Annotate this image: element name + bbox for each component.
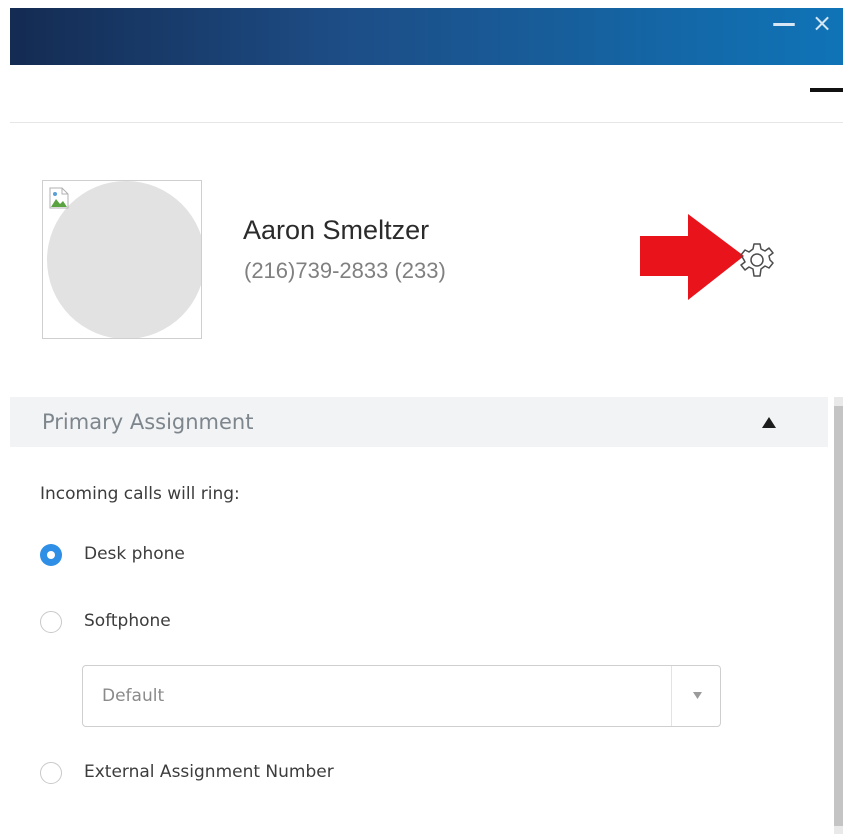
triangle-up-icon[interactable] xyxy=(762,417,776,428)
select-value: Default xyxy=(102,686,165,706)
close-button[interactable]: × xyxy=(812,8,832,38)
scrollbar-thumb[interactable] xyxy=(834,406,843,826)
radio-button-checked[interactable] xyxy=(40,544,62,566)
radio-button[interactable] xyxy=(40,762,62,784)
radio-softphone[interactable]: Softphone xyxy=(40,607,260,637)
softphone-select[interactable]: Default xyxy=(82,665,721,727)
broken-image-icon xyxy=(49,187,69,209)
top-edge xyxy=(0,0,843,8)
radio-label: Desk phone xyxy=(84,544,185,564)
hamburger-icon[interactable] xyxy=(810,88,843,92)
ring-label: Incoming calls will ring: xyxy=(40,484,240,504)
radio-label: Softphone xyxy=(84,611,171,631)
radio-desk-phone[interactable]: Desk phone xyxy=(40,540,260,570)
user-name: Aaron Smeltzer xyxy=(243,215,430,245)
gear-icon[interactable] xyxy=(738,241,776,279)
radio-button[interactable] xyxy=(40,611,62,633)
radio-external-number[interactable]: External Assignment Number xyxy=(40,758,420,788)
header-divider xyxy=(10,122,843,123)
red-arrow-icon xyxy=(640,214,744,300)
minimize-button[interactable]: — xyxy=(772,8,796,38)
avatar-placeholder xyxy=(47,181,201,338)
user-phone: (216)739-2833 (233) xyxy=(244,258,446,283)
radio-label: External Assignment Number xyxy=(84,762,334,782)
select-divider xyxy=(671,666,672,726)
section-title: Primary Assignment xyxy=(42,410,254,434)
app-window: — × Aaron Smeltzer (216)739-2833 (233) P… xyxy=(0,0,843,834)
chevron-down-icon[interactable] xyxy=(693,692,702,699)
title-bar[interactable] xyxy=(10,8,843,65)
avatar xyxy=(42,180,202,339)
